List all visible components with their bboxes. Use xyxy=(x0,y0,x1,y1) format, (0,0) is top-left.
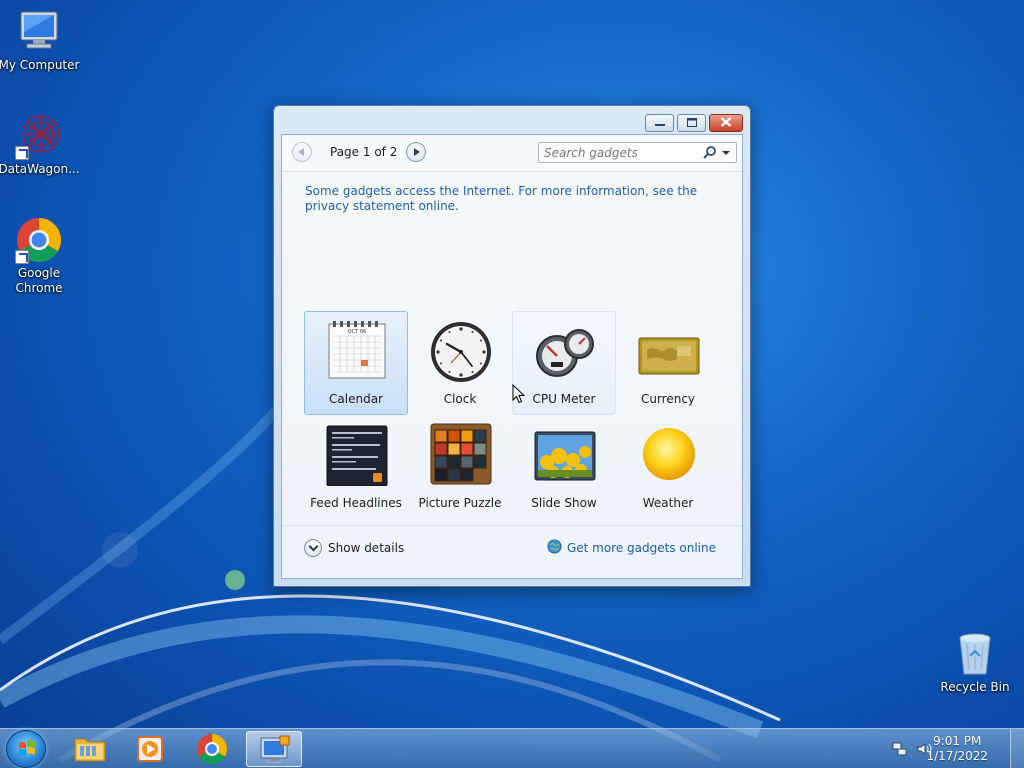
chevron-down-icon[interactable] xyxy=(722,151,730,155)
get-more-gadgets-label: Get more gadgets online xyxy=(566,541,716,555)
desktop-icon-recycle-bin[interactable]: Recycle Bin xyxy=(934,630,1016,695)
restore-icon xyxy=(686,116,697,130)
gadget-gallery-window[interactable]: Page 1 of 2 Some gadgets access the Inte… xyxy=(273,105,751,587)
gadget-tile-picture-puzzle[interactable]: Picture Puzzle xyxy=(408,415,512,519)
chevron-left-icon xyxy=(298,148,304,156)
gadget-label: Weather xyxy=(642,496,694,510)
gadget-grid: OCT 06 Calendar Clock CPU Meter Currency… xyxy=(304,311,724,519)
taskbar: 9:01 PM 1/17/2022 xyxy=(0,728,1024,768)
gadget-tile-cpu-meter[interactable]: CPU Meter xyxy=(512,311,616,415)
minimize-icon xyxy=(654,116,665,130)
close-icon xyxy=(720,116,732,130)
gallery-footer: Show details Get more gadgets online xyxy=(282,526,742,578)
search-icon[interactable] xyxy=(703,146,716,162)
show-details-button[interactable]: Show details xyxy=(304,539,404,557)
weather-icon xyxy=(637,422,701,486)
calendar-month-label: OCT 06 xyxy=(348,329,366,335)
recycle-bin-icon xyxy=(951,630,999,678)
globe-icon xyxy=(547,539,562,557)
desktop-icon-label: My Computer xyxy=(0,58,80,72)
notification-area: 9:01 PM 1/17/2022 xyxy=(874,729,1024,768)
shortcut-arrow-icon xyxy=(15,146,29,160)
desktop-icon-label: Google Chrome xyxy=(15,266,63,295)
chevron-down-icon xyxy=(304,539,322,557)
start-orb-icon xyxy=(19,740,35,756)
show-desktop-button[interactable] xyxy=(1010,729,1024,768)
mouse-cursor-icon xyxy=(512,384,526,404)
feed-headlines-icon xyxy=(325,422,389,487)
close-button[interactable] xyxy=(709,114,743,132)
gadget-label: Feed Headlines xyxy=(310,496,402,510)
cpu-meter-icon xyxy=(533,318,597,382)
clock-icon xyxy=(429,318,493,382)
gadget-gallery-content: Page 1 of 2 Some gadgets access the Inte… xyxy=(281,134,743,579)
taskbar-media-player[interactable] xyxy=(122,731,178,767)
system-clock[interactable]: 9:01 PM 1/17/2022 xyxy=(926,734,988,764)
gadget-label: Picture Puzzle xyxy=(418,496,502,510)
calendar-icon: OCT 06 xyxy=(325,318,389,382)
slide-show-icon xyxy=(533,422,597,486)
show-details-label: Show details xyxy=(328,541,405,555)
gadget-tile-clock[interactable]: Clock xyxy=(408,311,512,415)
currency-icon xyxy=(637,318,701,382)
taskbar-chrome[interactable] xyxy=(184,731,240,767)
desktop-gadgets-icon xyxy=(260,735,290,763)
get-more-gadgets-link[interactable]: Get more gadgets online xyxy=(547,539,716,557)
window-caption-buttons xyxy=(645,114,743,132)
gadget-tile-calendar[interactable]: OCT 06 Calendar xyxy=(304,311,408,415)
datawagon-icon xyxy=(15,112,63,160)
shortcut-arrow-icon xyxy=(15,250,29,264)
taskbar-desktop-gadgets[interactable] xyxy=(246,731,302,767)
chrome-icon xyxy=(197,734,228,765)
chrome-icon xyxy=(15,216,63,264)
search-box[interactable] xyxy=(538,142,737,163)
clock-time: 9:01 PM xyxy=(933,734,982,748)
desktop-icon-label: Recycle Bin xyxy=(940,680,1010,694)
gadget-label: Currency xyxy=(640,392,696,406)
page-indicator: Page 1 of 2 xyxy=(330,145,398,159)
file-explorer-icon xyxy=(74,738,106,762)
internet-privacy-notice[interactable]: Some gadgets access the Internet. For mo… xyxy=(305,184,705,214)
gadget-label: Slide Show xyxy=(531,496,597,510)
gadget-tile-currency[interactable]: Currency xyxy=(616,311,720,415)
gadget-tile-weather[interactable]: Weather xyxy=(616,415,720,519)
chevron-right-icon xyxy=(414,148,420,156)
gadget-label: CPU Meter xyxy=(532,392,596,406)
media-player-icon xyxy=(137,736,163,762)
toolbar-divider xyxy=(282,171,742,172)
start-button[interactable] xyxy=(6,730,46,768)
computer-icon xyxy=(15,8,63,56)
next-page-button[interactable] xyxy=(406,142,426,162)
gadget-tile-slide-show[interactable]: Slide Show xyxy=(512,415,616,519)
gadget-tile-feed-headlines[interactable]: Feed Headlines xyxy=(304,415,408,519)
minimize-button[interactable] xyxy=(645,114,674,132)
gallery-toolbar: Page 1 of 2 xyxy=(282,135,742,171)
taskbar-file-explorer[interactable] xyxy=(62,731,118,767)
gadget-label: Clock xyxy=(443,392,477,406)
clock-date: 1/17/2022 xyxy=(926,749,988,763)
desktop-icon-datawagon[interactable]: DataWagon... xyxy=(0,112,80,177)
previous-page-button[interactable] xyxy=(292,142,312,162)
desktop-icon-my-computer[interactable]: My Computer xyxy=(0,8,80,73)
desktop-icon-google-chrome[interactable]: Google Chrome xyxy=(0,216,80,296)
gadget-label: Calendar xyxy=(329,392,383,406)
search-input[interactable] xyxy=(539,143,689,162)
picture-puzzle-icon xyxy=(429,422,493,486)
desktop-icon-label: DataWagon... xyxy=(0,162,80,176)
network-icon[interactable] xyxy=(892,741,908,760)
restore-button[interactable] xyxy=(677,114,706,132)
